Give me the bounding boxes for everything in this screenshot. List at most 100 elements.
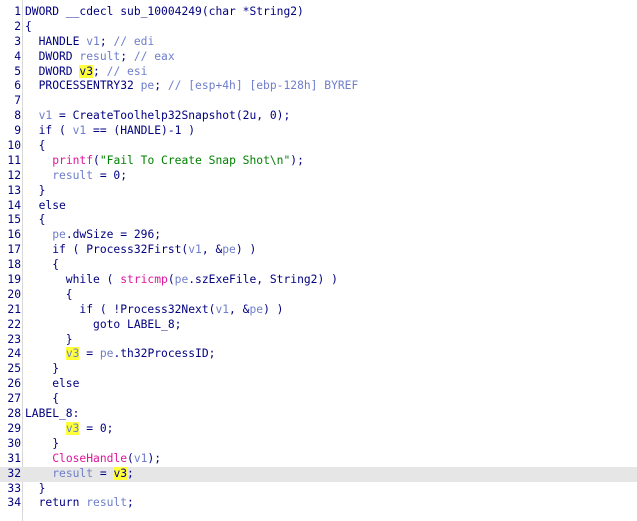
code-line[interactable]: 14 else bbox=[0, 199, 637, 214]
code-content[interactable]: while ( stricmp(pe.szExeFile, String2) ) bbox=[25, 273, 338, 288]
highlighted-variable[interactable]: v3 bbox=[79, 64, 94, 78]
code-line[interactable]: 30 } bbox=[0, 437, 637, 452]
pseudocode-editor[interactable]: 1 DWORD __cdecl sub_10004249(char *String… bbox=[0, 0, 637, 521]
code-content[interactable]: LABEL_8: bbox=[25, 407, 79, 422]
code-content[interactable]: printf("Fail To Create Snap Shot\n"); bbox=[25, 154, 304, 169]
code-line[interactable]: 24 v3 = pe.th32ProcessID; bbox=[0, 347, 637, 362]
variable[interactable]: pe bbox=[141, 79, 155, 92]
code-content[interactable]: } bbox=[25, 482, 46, 497]
variable[interactable]: pe bbox=[175, 273, 189, 286]
code-content[interactable]: } bbox=[25, 333, 73, 348]
variable[interactable]: result bbox=[52, 169, 93, 182]
code-content[interactable]: else bbox=[25, 377, 79, 392]
code-line[interactable]: 29 v3 = 0; bbox=[0, 421, 637, 437]
line-number: 28 bbox=[7, 407, 21, 421]
code-line[interactable]: 20 { bbox=[0, 288, 637, 303]
variable[interactable]: v1 bbox=[73, 124, 87, 137]
code-line[interactable]: 7 bbox=[0, 94, 637, 109]
code-line[interactable]: 21 if ( !Process32Next(v1, &pe) ) bbox=[0, 303, 637, 318]
code-line[interactable]: 3 HANDLE v1; // edi bbox=[0, 35, 637, 50]
variable[interactable]: result bbox=[79, 50, 120, 63]
code-content[interactable]: PROCESSENTRY32 pe; // [esp+4h] [ebp-128h… bbox=[25, 79, 359, 94]
code-line[interactable]: 1 DWORD __cdecl sub_10004249(char *String… bbox=[0, 5, 637, 20]
code-content[interactable]: { bbox=[25, 213, 46, 228]
code-line[interactable]: 6 PROCESSENTRY32 pe; // [esp+4h] [ebp-12… bbox=[0, 79, 637, 94]
code-content[interactable]: DWORD __cdecl sub_10004249(char *String2… bbox=[25, 5, 304, 20]
code-content[interactable]: v1 = CreateToolhelp32Snapshot(2u, 0); bbox=[25, 109, 291, 124]
highlighted-variable[interactable]: v3 bbox=[65, 421, 80, 435]
code-line[interactable]: 19 while ( stricmp(pe.szExeFile, String2… bbox=[0, 273, 637, 288]
code-line[interactable]: 9 if ( v1 == (HANDLE)-1 ) bbox=[0, 124, 637, 139]
code-content[interactable]: result = v3; bbox=[25, 466, 134, 482]
line-number: 18 bbox=[7, 258, 21, 272]
code-line[interactable]: 33 } bbox=[0, 482, 637, 497]
variable[interactable]: result bbox=[52, 467, 93, 480]
code-content[interactable]: else bbox=[25, 199, 66, 214]
code-line[interactable]: 11 printf("Fail To Create Snap Shot\n"); bbox=[0, 154, 637, 169]
code-content[interactable]: { bbox=[25, 288, 73, 303]
variable[interactable]: v1 bbox=[134, 452, 148, 465]
variable[interactable]: pe bbox=[222, 243, 236, 256]
code-content[interactable]: DWORD result; // eax bbox=[25, 50, 175, 65]
variable[interactable]: result bbox=[86, 496, 127, 509]
code-text: == (HANDLE)-1 ) bbox=[86, 124, 196, 138]
code-content[interactable]: HANDLE v1; // edi bbox=[25, 35, 155, 50]
function-call[interactable]: stricmp bbox=[120, 273, 168, 286]
variable[interactable]: pe bbox=[100, 347, 114, 360]
code-line[interactable]: 31 CloseHandle(v1); bbox=[0, 452, 637, 467]
code-line[interactable]: 18 { bbox=[0, 258, 637, 273]
code-line[interactable]: 5 DWORD v3; // esi bbox=[0, 64, 637, 80]
code-line[interactable]: 16 pe.dwSize = 296; bbox=[0, 228, 637, 243]
code-line[interactable]: 4 DWORD result; // eax bbox=[0, 50, 637, 65]
code-content[interactable]: } bbox=[25, 362, 59, 377]
highlighted-variable[interactable]: v3 bbox=[65, 347, 80, 361]
code-content[interactable]: if ( !Process32Next(v1, &pe) ) bbox=[25, 303, 283, 318]
code-line[interactable]: 17 if ( Process32First(v1, &pe) ) bbox=[0, 243, 637, 258]
code-line[interactable]: 26 else bbox=[0, 377, 637, 392]
code-line[interactable]: 34 return result; bbox=[0, 496, 637, 511]
variable[interactable]: pe bbox=[52, 228, 66, 241]
code-line[interactable]: 28 LABEL_8: bbox=[0, 407, 637, 422]
code-content[interactable]: result = 0; bbox=[25, 169, 127, 184]
variable[interactable]: pe bbox=[249, 303, 263, 316]
code-content[interactable]: v3 = pe.th32ProcessID; bbox=[25, 347, 215, 362]
code-content[interactable]: goto LABEL_8; bbox=[25, 318, 181, 333]
function-call[interactable]: printf bbox=[52, 154, 93, 167]
line-number: 34 bbox=[7, 496, 21, 510]
code-content[interactable]: pe.dwSize = 296; bbox=[25, 228, 161, 243]
code-content[interactable]: } bbox=[25, 437, 59, 452]
code-content[interactable]: if ( Process32First(v1, &pe) ) bbox=[25, 243, 256, 258]
code-line[interactable]: 13 } bbox=[0, 184, 637, 199]
code-line[interactable]: 12 result = 0; bbox=[0, 169, 637, 184]
code-line[interactable]: 22 goto LABEL_8; bbox=[0, 318, 637, 333]
code-content[interactable]: { bbox=[25, 258, 59, 273]
code-content[interactable]: { bbox=[25, 139, 46, 154]
variable[interactable]: v1 bbox=[39, 109, 53, 122]
code-content[interactable]: return result; bbox=[25, 496, 134, 511]
code-text: else bbox=[25, 377, 80, 391]
code-text: ); bbox=[290, 153, 304, 167]
code-line[interactable]: 25 } bbox=[0, 362, 637, 377]
code-line[interactable]: 8 v1 = CreateToolhelp32Snapshot(2u, 0); bbox=[0, 109, 637, 124]
line-number: 4 bbox=[14, 49, 21, 63]
function-call[interactable]: CloseHandle bbox=[52, 452, 127, 465]
code-line[interactable]: 15 { bbox=[0, 213, 637, 228]
code-content[interactable]: { bbox=[25, 20, 32, 35]
code-content[interactable]: v3 = 0; bbox=[25, 421, 113, 437]
code-line[interactable]: 2{ bbox=[0, 20, 637, 35]
code-content[interactable]: CloseHandle(v1); bbox=[25, 452, 161, 467]
code-lines[interactable]: 1 DWORD __cdecl sub_10004249(char *String… bbox=[0, 5, 637, 511]
code-line[interactable]: 10 { bbox=[0, 139, 637, 154]
highlighted-variable[interactable]: v3 bbox=[113, 466, 128, 480]
variable[interactable]: v1 bbox=[215, 303, 229, 316]
code-content[interactable]: } bbox=[25, 184, 46, 199]
variable[interactable]: v1 bbox=[188, 243, 202, 256]
code-content[interactable]: { bbox=[25, 392, 59, 407]
variable[interactable]: v1 bbox=[86, 35, 100, 48]
code-line[interactable]: 32 result = v3; bbox=[0, 466, 637, 482]
code-line[interactable]: 23 } bbox=[0, 333, 637, 348]
code-content[interactable]: if ( v1 == (HANDLE)-1 ) bbox=[25, 124, 195, 139]
code-line[interactable]: 27 { bbox=[0, 392, 637, 407]
code-content[interactable]: DWORD v3; // esi bbox=[25, 64, 147, 80]
